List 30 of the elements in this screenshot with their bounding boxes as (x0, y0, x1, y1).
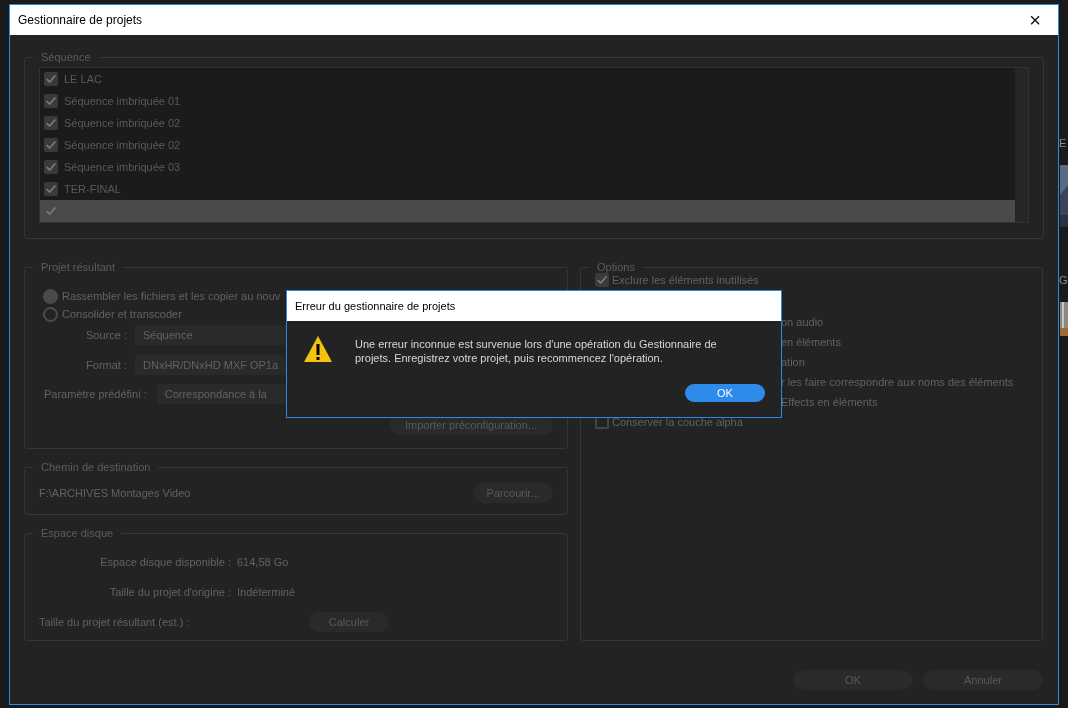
background-label: E (1059, 137, 1067, 149)
disk-value: Indéterminé (237, 586, 296, 598)
sequence-label: Séquence imbriquée 02 (64, 139, 181, 151)
destination-path: F:\ARCHIVES Montages Video (39, 487, 191, 499)
radio-label: Consolider et transcoder (62, 308, 182, 320)
group-legend: Projet résultant (33, 261, 123, 273)
disk-label: Espace disque disponible : (99, 556, 232, 568)
disk-label: Taille du projet résultant (est.) : (39, 616, 191, 628)
option-label: ation (781, 356, 805, 368)
radio-label: Rassembler les fichiers et les copier au nouv (62, 290, 281, 302)
sequence-label: Séquence imbriquée 01 (64, 95, 181, 107)
group-legend: Espace disque (33, 527, 122, 539)
window-title: Gestionnaire de projets (18, 13, 143, 27)
field-label: Paramètre prédéfini : (43, 388, 147, 400)
field-label: Format : (85, 359, 128, 371)
sequence-label: Séquence imbriquée 02 (64, 117, 181, 129)
option-label: Effects en éléments (781, 396, 878, 408)
disk-label: Taille du projet d'origine : (108, 586, 232, 598)
option-label: Conserver la couche alpha (612, 416, 743, 428)
option-label: Exclure les éléments inutilisés (612, 274, 759, 286)
field-label: Source : (85, 329, 128, 341)
background-label: G (1059, 274, 1068, 286)
sequence-label: Séquence imbriquée 03 (64, 161, 181, 173)
sequence-label: TER-FINAL (64, 183, 121, 195)
disk-value: 614,58 Go (237, 556, 289, 568)
dialog-title: Erreur du gestionnaire de projets (295, 300, 456, 312)
sequence-label: LE LAC (64, 73, 102, 85)
error-message: Une erreur inconnue est survenue lors d'une opération du Gestionnaire de projets. Enregistrez votre projet, puis recommencez l'opération. (355, 337, 718, 365)
option-label: on audio (781, 316, 824, 328)
option-label: en éléments (781, 336, 841, 348)
